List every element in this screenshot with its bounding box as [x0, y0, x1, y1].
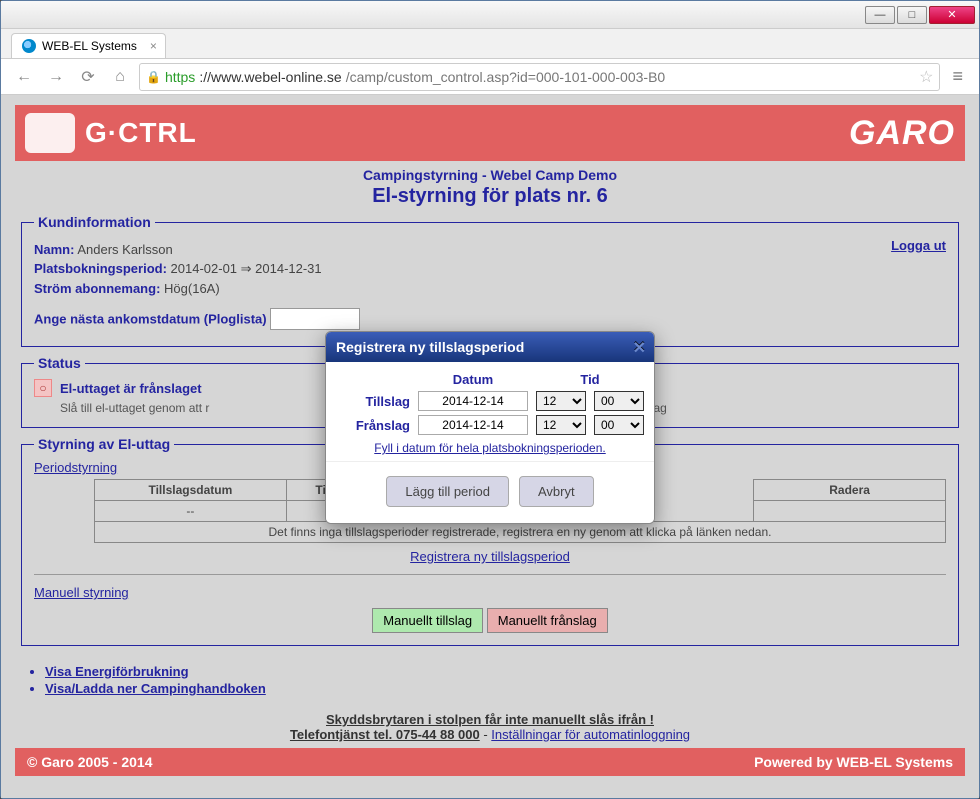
customer-info-legend: Kundinformation	[34, 214, 155, 230]
customer-info-fieldset: Kundinformation Logga ut Namn: Anders Ka…	[21, 214, 959, 347]
arrival-date-input[interactable]	[270, 308, 360, 330]
col-delete: Radera	[754, 480, 946, 501]
register-period-link[interactable]: Registrera ny tillslagsperiod	[410, 549, 570, 564]
nav-back-button[interactable]: ←	[11, 64, 37, 90]
status-help-pre: Slå till el-uttaget genom att r	[60, 401, 209, 415]
favicon-icon	[22, 39, 36, 53]
browser-toolbar: ← → ⟳ ⌂ 🔒 https ://www.webel-online.se /…	[1, 59, 979, 95]
url-path: /camp/custom_control.asp?id=000-101-000-…	[346, 69, 665, 85]
period-control-link[interactable]: Periodstyrning	[34, 460, 117, 475]
status-off-icon: ○	[34, 379, 52, 397]
dialog-col-time: Tid	[536, 372, 644, 387]
browser-menu-button[interactable]: ≡	[946, 66, 969, 87]
page-title: El-styrning för plats nr. 6	[15, 185, 965, 214]
dialog-title-text: Registrera ny tillslagsperiod	[336, 339, 524, 355]
booking-period-label: Platsbokningsperiod:	[34, 261, 167, 276]
autologin-settings-link[interactable]: Inställningar för automatinloggning	[491, 727, 690, 742]
dialog-col-date: Datum	[418, 372, 528, 387]
footer-powered: Powered by WEB-EL Systems	[754, 754, 953, 770]
status-legend: Status	[34, 355, 85, 371]
bookmark-star-icon[interactable]: ☆	[919, 67, 933, 87]
divider	[34, 574, 946, 575]
manual-control-link[interactable]: Manuell styrning	[34, 585, 129, 600]
url-host: ://www.webel-online.se	[199, 69, 341, 85]
dialog-title: Registrera ny tillslagsperiod ✕	[326, 332, 654, 362]
dialog-fill-dates-link[interactable]: Fyll i datum för hela platsbokningsperio…	[374, 441, 605, 455]
booking-period-value: 2014-02-01 ⇒ 2014-12-31	[171, 261, 322, 276]
dialog-row-on-label: Tillslag	[340, 394, 410, 409]
nav-home-button[interactable]: ⌂	[107, 64, 133, 90]
window-minimize-button[interactable]: —	[865, 6, 895, 24]
brand-banner: G·CTRL GARO	[15, 105, 965, 161]
dialog-close-icon[interactable]: ✕	[633, 338, 646, 358]
table-cell-empty: --	[95, 501, 287, 522]
download-handbook-link[interactable]: Visa/Ladda ner Campinghandboken	[45, 681, 266, 696]
window-titlebar: — □ ✕	[1, 1, 979, 29]
name-value: Anders Karlsson	[77, 242, 172, 257]
dialog-add-period-button[interactable]: Lägg till period	[386, 476, 509, 507]
page-subtitle: Campingstyrning - Webel Camp Demo	[15, 161, 965, 185]
dialog-off-minute-select[interactable]: 00	[594, 415, 644, 435]
brand-right-logo: GARO	[849, 114, 955, 153]
manual-off-button[interactable]: Manuellt frånslag	[487, 608, 608, 633]
nav-reload-button[interactable]: ⟳	[75, 64, 101, 90]
no-periods-message: Det finns inga tillslagsperioder registr…	[95, 522, 946, 543]
logout-link[interactable]: Logga ut	[891, 238, 946, 253]
dialog-row-off-label: Frånslag	[340, 418, 410, 433]
footer-phone: Telefontjänst tel. 075-44 88 000	[290, 727, 480, 742]
tab-close-icon[interactable]: ×	[150, 39, 157, 53]
status-text: El-uttaget är frånslaget	[60, 381, 202, 396]
manual-on-button[interactable]: Manuellt tillslag	[372, 608, 483, 633]
brand-icon	[25, 113, 75, 153]
nav-forward-button[interactable]: →	[43, 64, 69, 90]
footer-dash: -	[480, 727, 492, 742]
footer-copyright: © Garo 2005 - 2014	[27, 754, 153, 770]
address-bar[interactable]: 🔒 https ://www.webel-online.se /camp/cus…	[139, 63, 940, 91]
window-maximize-button[interactable]: □	[897, 6, 927, 24]
tab-title: WEB-EL Systems	[42, 39, 137, 53]
name-label: Namn:	[34, 242, 74, 257]
footer-bar: © Garo 2005 - 2014 Powered by WEB-EL Sys…	[15, 748, 965, 776]
register-period-dialog: Registrera ny tillslagsperiod ✕ Datum Ti…	[325, 331, 655, 524]
browser-tab[interactable]: WEB-EL Systems ×	[11, 33, 166, 58]
control-legend: Styrning av El-uttag	[34, 436, 174, 452]
brand-left-logo: G·CTRL	[85, 117, 197, 149]
url-scheme: https	[165, 69, 195, 85]
dialog-off-date-input[interactable]	[418, 415, 528, 435]
dialog-on-date-input[interactable]	[418, 391, 528, 411]
subscription-value: Hög(16A)	[164, 281, 220, 296]
window-close-button[interactable]: ✕	[929, 6, 975, 24]
lock-icon: 🔒	[146, 70, 161, 84]
dialog-cancel-button[interactable]: Avbryt	[519, 476, 594, 507]
arrival-label: Ange nästa ankomstdatum (Ploglista)	[34, 312, 267, 327]
browser-tabstrip: WEB-EL Systems ×	[1, 29, 979, 59]
subscription-label: Ström abonnemang:	[34, 281, 160, 296]
footer-links: Visa Energiförbrukning Visa/Ladda ner Ca…	[15, 654, 965, 706]
dialog-on-hour-select[interactable]: 12	[536, 391, 586, 411]
footer-warning: Skyddsbrytaren i stolpen får inte manuel…	[326, 712, 654, 727]
dialog-on-minute-select[interactable]: 00	[594, 391, 644, 411]
dialog-off-hour-select[interactable]: 12	[536, 415, 586, 435]
energy-usage-link[interactable]: Visa Energiförbrukning	[45, 664, 189, 679]
col-on-date: Tillslagsdatum	[95, 480, 287, 501]
